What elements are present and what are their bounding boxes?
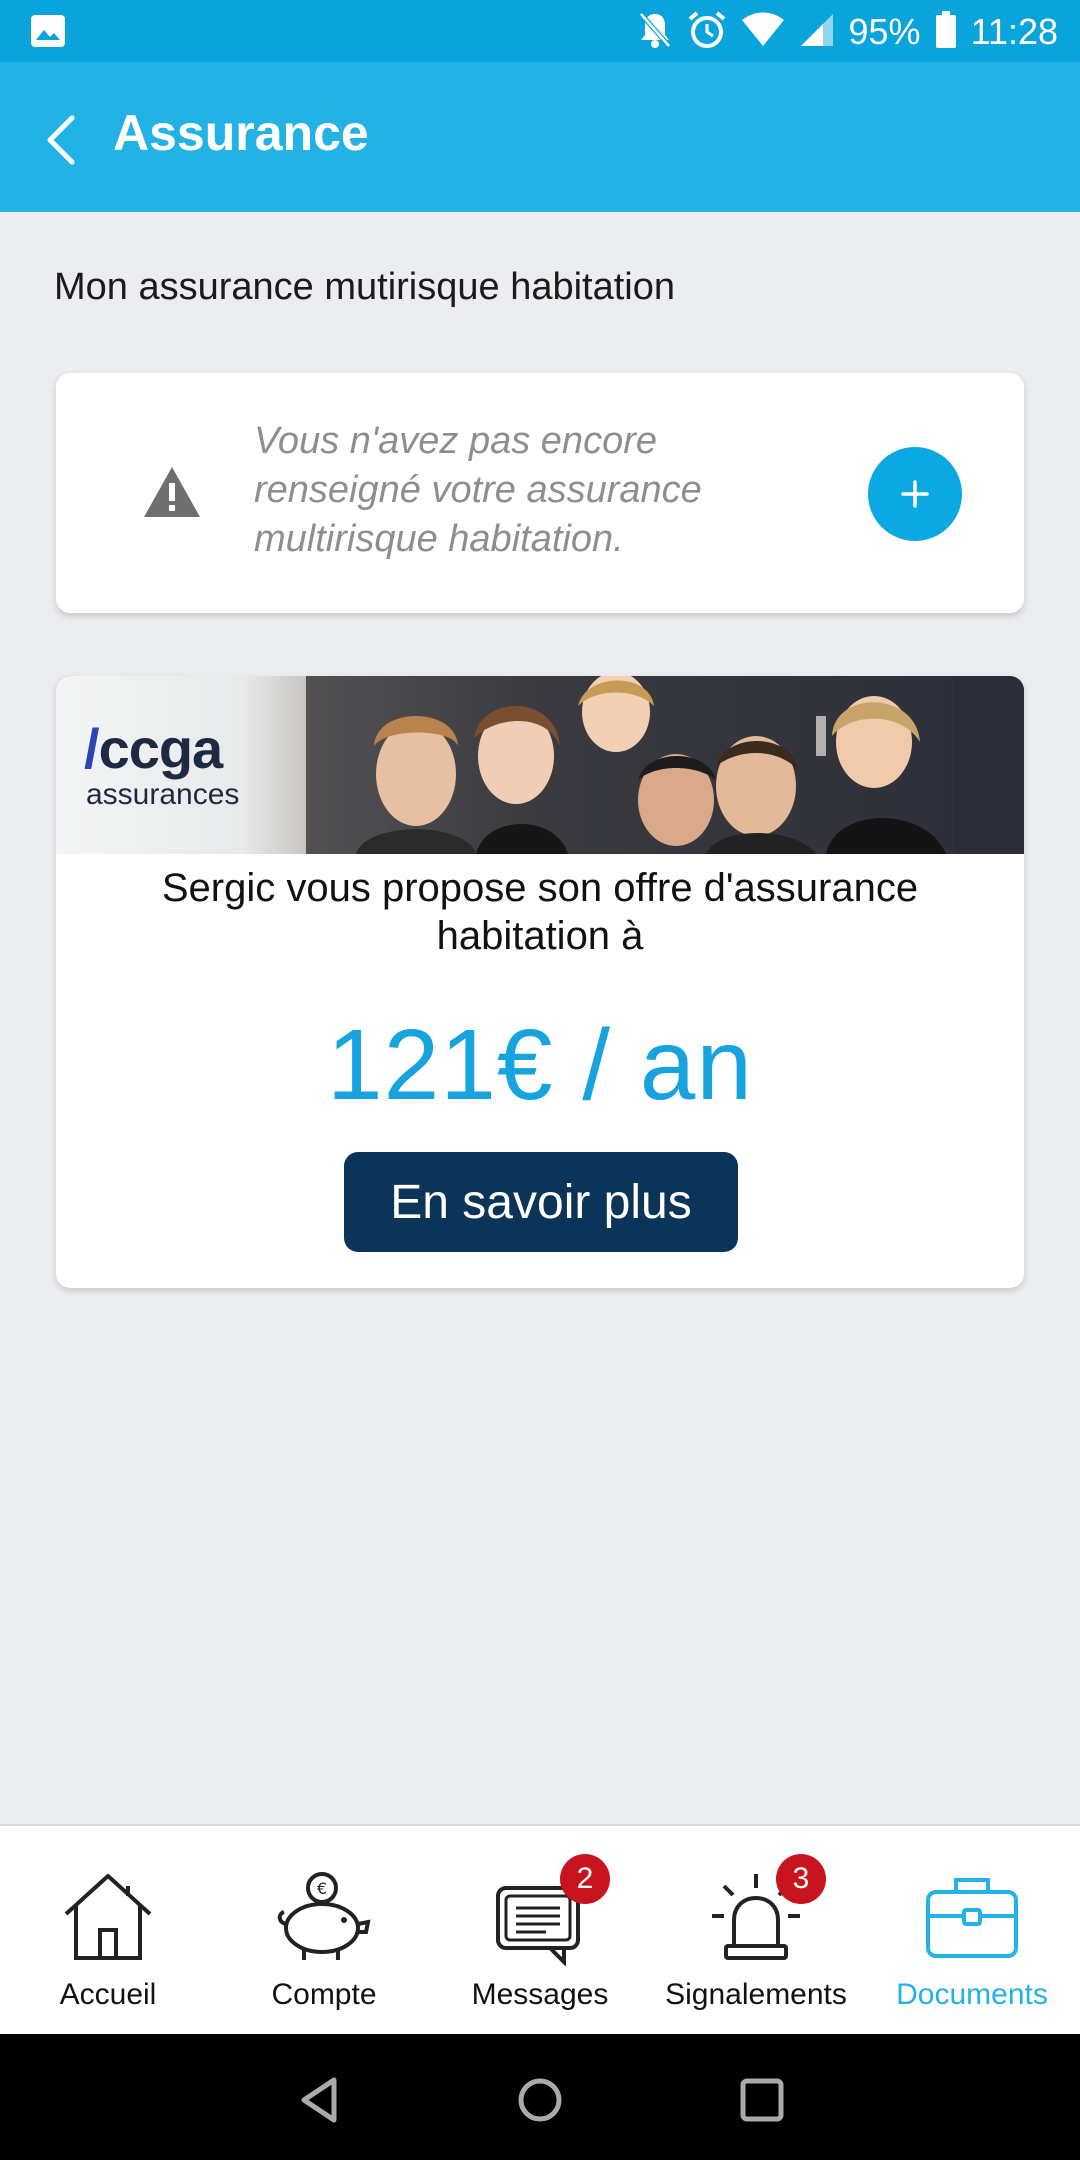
offer-description: Sergic vous propose son offre d'assuranc… <box>161 866 919 958</box>
image-icon <box>30 14 66 53</box>
signal-icon <box>799 12 835 53</box>
chevron-left-icon <box>47 115 75 165</box>
nav-label: Compte <box>271 1978 377 2011</box>
ccga-logo-subtitle: assurances <box>86 778 240 811</box>
page-title: Assurance <box>113 105 369 161</box>
messages-badge: 2 <box>560 1854 610 1904</box>
signalements-badge: 3 <box>776 1854 826 1904</box>
system-back-icon[interactable] <box>292 2072 348 2128</box>
clock: 11:28 <box>970 11 1058 52</box>
offer-price: 121€ / an <box>326 1009 754 1121</box>
home-icon <box>64 1874 152 1960</box>
alarm-icon <box>687 10 727 55</box>
learn-more-button[interactable]: En savoir plus <box>344 1152 738 1252</box>
offer-banner-image: /ccga assurances <box>56 676 1024 854</box>
warning-message: Vous n'avez pas encore renseigné votre a… <box>254 420 702 560</box>
back-button[interactable] <box>38 112 88 168</box>
wifi-icon <box>741 12 785 53</box>
nav-label: Accueil <box>59 1978 157 2011</box>
nav-item-compte[interactable]: € Compte <box>216 1826 432 2036</box>
warning-icon <box>142 465 202 519</box>
insurance-offer-card: /ccga assurances Sergic vous propose son… <box>56 676 1024 1288</box>
system-recents-icon[interactable] <box>734 2072 790 2128</box>
nav-label: Documents <box>896 1978 1048 2011</box>
plus-icon <box>901 480 929 508</box>
system-home-icon[interactable] <box>512 2072 568 2128</box>
notifications-off-icon <box>637 10 673 55</box>
app-bar: Assurance <box>0 62 1080 212</box>
nav-item-messages[interactable]: 2 Messages <box>432 1826 648 2036</box>
nav-item-signalements[interactable]: 3 Signalements <box>648 1826 864 2036</box>
nav-item-accueil[interactable]: Accueil <box>0 1826 216 2036</box>
ccga-logo: /ccga <box>84 717 223 780</box>
piggy-bank-icon: € <box>277 1872 371 1960</box>
add-insurance-button[interactable] <box>868 447 962 541</box>
nav-item-documents[interactable]: Documents <box>864 1826 1080 2036</box>
svg-text:€: € <box>317 1879 327 1898</box>
insurance-missing-card: Vous n'avez pas encore renseigné votre a… <box>56 373 1024 613</box>
system-navigation-bar <box>0 2034 1080 2160</box>
nav-label: Signalements <box>665 1978 847 2011</box>
bottom-navigation: Accueil € Compte 2 Messages 3 Signalemen… <box>0 1824 1080 2036</box>
section-title: Mon assurance mutirisque habitation <box>54 266 676 308</box>
battery-percent: 95% <box>848 11 921 52</box>
status-bar: 95% 11:28 <box>0 0 1080 62</box>
briefcase-icon <box>926 1878 1018 1958</box>
battery-icon <box>935 10 957 54</box>
nav-label: Messages <box>471 1978 609 2011</box>
